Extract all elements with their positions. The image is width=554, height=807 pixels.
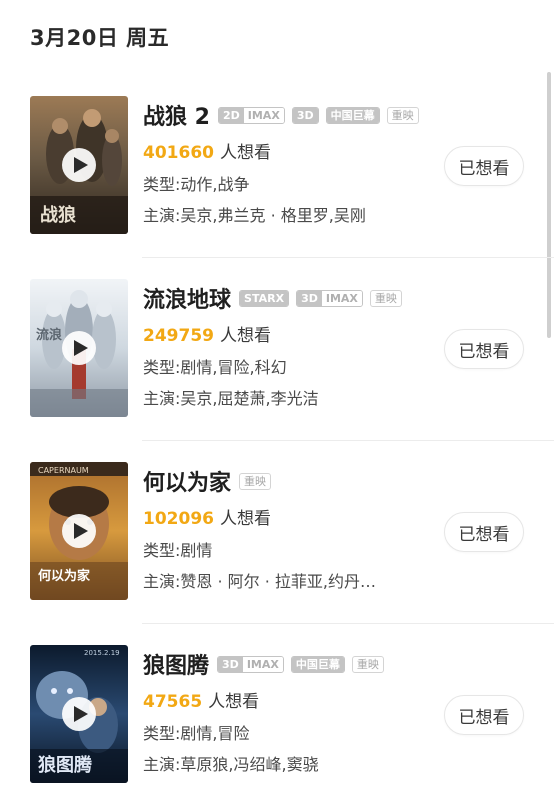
movie-poster[interactable]: 战狼 [30,96,128,234]
movie-title[interactable]: 战狼 2 [143,99,210,131]
wanted-button[interactable]: 已想看 [444,695,524,735]
movie-list: 战狼 战狼 2 2D IMAX 3D 中国巨幕 重映 401660 人想看 类型:动… [0,75,554,807]
movie-title[interactable]: 狼图腾 [143,648,209,680]
movie-title[interactable]: 何以为家 [143,465,231,497]
format-badge-china-giant-screen: 中国巨幕 [290,655,345,673]
rerelease-badge: 重映 [239,472,272,490]
play-button[interactable] [62,331,96,365]
movie-cast: 主演:赞恩 · 阿尔 · 拉菲亚,约丹… [143,572,376,591]
svg-text:流浪: 流浪 [36,327,62,343]
format-badge-starx: STARX [239,289,290,307]
movie-cast: 主演:草原狼,冯绍峰,窦骁 [143,755,319,774]
format-badge-china-giant-screen: 中国巨幕 [325,106,380,124]
play-icon [73,157,88,173]
want-to-see-count: 401660 人想看 [143,143,271,163]
want-to-see-count: 249759 人想看 [143,326,271,346]
format-badge-3d: 3D [291,106,319,124]
movie-poster[interactable]: CAPERNAUM 何以为家 [30,462,128,600]
play-button[interactable] [62,148,96,182]
rerelease-badge: 重映 [369,289,402,307]
movie-item[interactable]: 2015.2.19 狼图腾 狼图腾 3D IMAX 中国巨幕 重映 47565 … [0,624,554,807]
movie-poster[interactable]: 流浪 [30,279,128,417]
movie-genre: 类型:剧情,冒险,科幻 [143,358,287,377]
format-badge-3d-imax: 3D IMAX [217,655,284,673]
poster-header-text: CAPERNAUM [38,466,89,475]
svg-text:何以为家: 何以为家 [38,568,91,584]
play-button[interactable] [62,514,96,548]
svg-text:战狼: 战狼 [40,204,77,226]
format-badge-3d-imax: 3D IMAX [296,289,363,307]
play-icon [73,340,88,356]
movie-item[interactable]: 流浪 流浪地球 STARX 3D IMAX 重映 249759 人想看 类型:剧情,… [0,258,554,441]
play-button[interactable] [62,697,96,731]
play-icon [73,523,88,539]
wanted-button[interactable]: 已想看 [444,512,524,552]
movie-title[interactable]: 流浪地球 [143,282,231,314]
movie-genre: 类型:剧情,冒险 [143,724,250,743]
wanted-button[interactable]: 已想看 [444,146,524,186]
format-badge-2d-imax: 2D IMAX [217,106,285,124]
movie-genre: 类型:剧情 [143,541,213,560]
poster-date-text: 2015.2.19 [84,649,120,657]
wanted-button[interactable]: 已想看 [444,329,524,369]
movie-genre: 类型:动作,战争 [143,175,250,194]
movie-cast: 主演:吴京,弗兰克 · 格里罗,吴刚 [143,206,366,225]
rerelease-badge: 重映 [351,655,384,673]
want-to-see-count: 47565 人想看 [143,692,260,712]
svg-text:狼图腾: 狼图腾 [38,754,93,776]
movie-cast: 主演:吴京,屈楚萧,李光洁 [143,389,319,408]
play-icon [73,706,88,722]
want-to-see-count: 102096 人想看 [143,509,271,529]
movie-item[interactable]: CAPERNAUM 何以为家 何以为家 重映 102096 人想看 类型:剧情 主… [0,441,554,624]
date-header: 3月20日 周五 [30,26,170,50]
rerelease-badge: 重映 [386,106,419,124]
movie-poster[interactable]: 2015.2.19 狼图腾 [30,645,128,783]
movie-item[interactable]: 战狼 战狼 2 2D IMAX 3D 中国巨幕 重映 401660 人想看 类型:动… [0,75,554,258]
